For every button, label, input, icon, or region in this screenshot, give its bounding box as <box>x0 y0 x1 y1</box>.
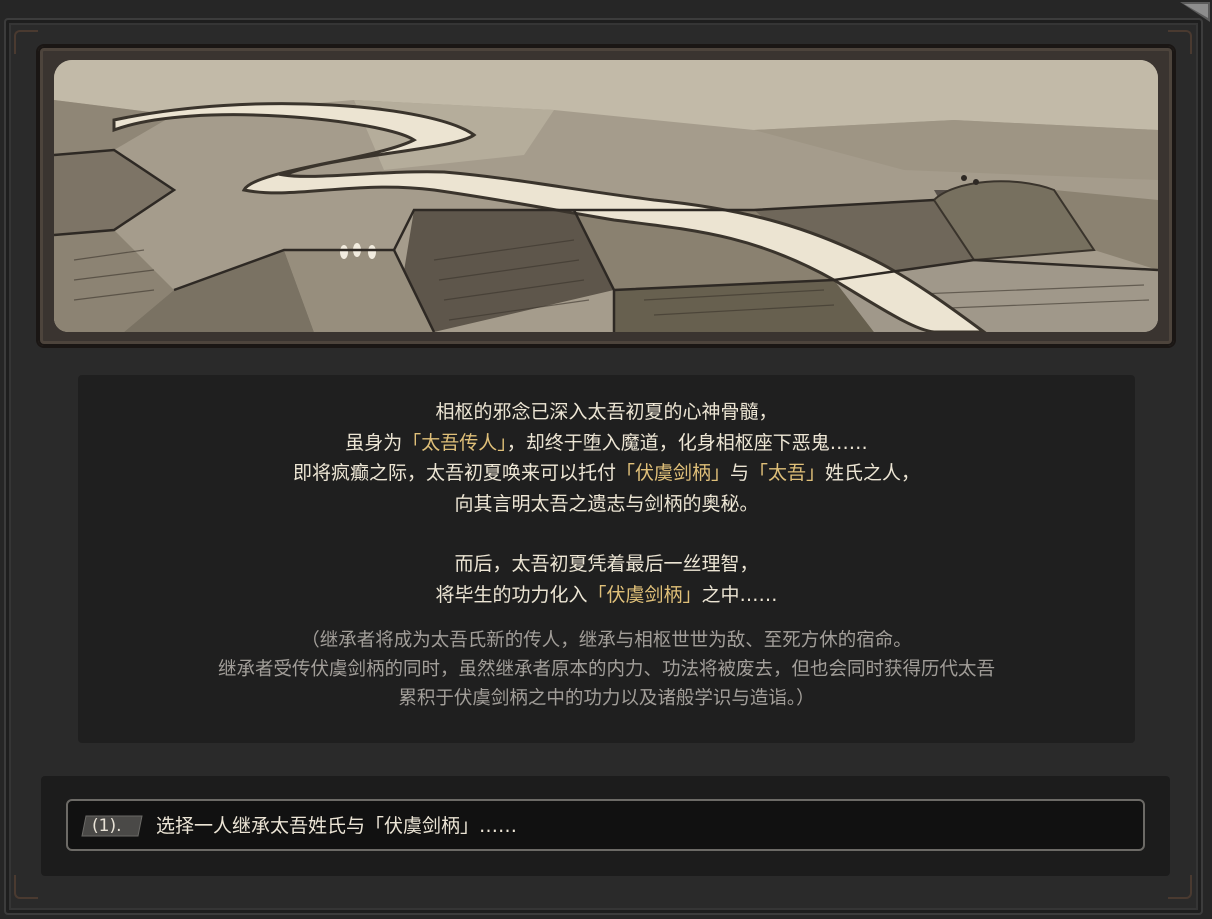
story-text: 相枢的邪念已深入太吾初夏的心神骨髓， 虽身为「太吾传人」，却终于堕入魔道，化身相枢… <box>78 397 1135 519</box>
story-segment: 而后，太吾初夏凭着最后一丝理智， <box>454 553 759 575</box>
frame-corner <box>1168 875 1192 899</box>
story-line: 而后，太吾初夏凭着最后一丝理智， <box>78 549 1135 580</box>
story-segment: 与 <box>729 462 749 484</box>
highlight-term: 「伏虞剑柄」 <box>615 462 730 484</box>
choice-option-1[interactable]: (1). 选择一人继承太吾姓氏与「伏虞剑柄」…… <box>66 799 1145 851</box>
highlight-term: 「伏虞剑柄」 <box>587 583 702 606</box>
story-segment: 即将疯癫之际，太吾初夏唤来可以托付 <box>292 462 616 484</box>
story-segment: 姓氏之人， <box>825 462 921 484</box>
highlight-term: 「太吾传人」 <box>402 431 507 454</box>
story-line: 向其言明太吾之遗志与剑柄的奥秘。 <box>78 489 1135 520</box>
story-line: 虽身为「太吾传人」，却终于堕入魔道，化身相枢座下恶鬼…… <box>78 428 1135 459</box>
story-segment: 相枢的邪念已深入太吾初夏的心神骨髓， <box>435 401 778 423</box>
note-line: 继承者受传伏虞剑柄的同时，虽然继承者原本的内力、功法将被废去，但也会同时获得历代… <box>217 659 995 680</box>
corner-tab-icon[interactable] <box>1176 0 1212 22</box>
event-story-panel: 相枢的邪念已深入太吾初夏的心神骨髓， 虽身为「太吾传人」，却终于堕入魔道，化身相枢… <box>78 375 1135 743</box>
story-segment: 虽身为 <box>345 431 403 454</box>
story-line: 相枢的邪念已深入太吾初夏的心神骨髓， <box>78 397 1135 428</box>
story-segment: 将毕生的功力化入 <box>435 583 588 606</box>
inheritance-note: （继承者将成为太吾氏新的传人，继承与相枢世世为敌、至死方休的宿命。 继承者受传伏… <box>78 626 1135 713</box>
option-number: (1). <box>92 816 122 836</box>
note-line: 累积于伏虞剑柄之中的功力以及诸般学识与造诣。） <box>398 688 815 709</box>
story-text: 而后，太吾初夏凭着最后一丝理智， 将毕生的功力化入「伏虞剑柄」之中…… <box>78 549 1135 610</box>
story-line: 即将疯癫之际，太吾初夏唤来可以托付「伏虞剑柄」与「太吾」姓氏之人， <box>78 458 1135 489</box>
story-segment: 向其言明太吾之遗志与剑柄的奥秘。 <box>454 492 759 515</box>
story-segment: 之中…… <box>701 583 778 606</box>
option-label: 选择一人继承太吾姓氏与「伏虞剑柄」…… <box>156 815 518 837</box>
note-line: （继承者将成为太吾氏新的传人，继承与相枢世世为敌、至死方休的宿命。 <box>301 630 912 651</box>
frame-corner <box>14 30 38 54</box>
story-segment: ，却终于堕入魔道，化身相枢座下恶鬼…… <box>506 431 868 454</box>
river-landscape-illustration <box>54 60 1158 332</box>
highlight-term: 「太吾」 <box>749 462 826 484</box>
story-line: 将毕生的功力化入「伏虞剑柄」之中…… <box>78 580 1135 611</box>
frame-corner <box>14 875 38 899</box>
